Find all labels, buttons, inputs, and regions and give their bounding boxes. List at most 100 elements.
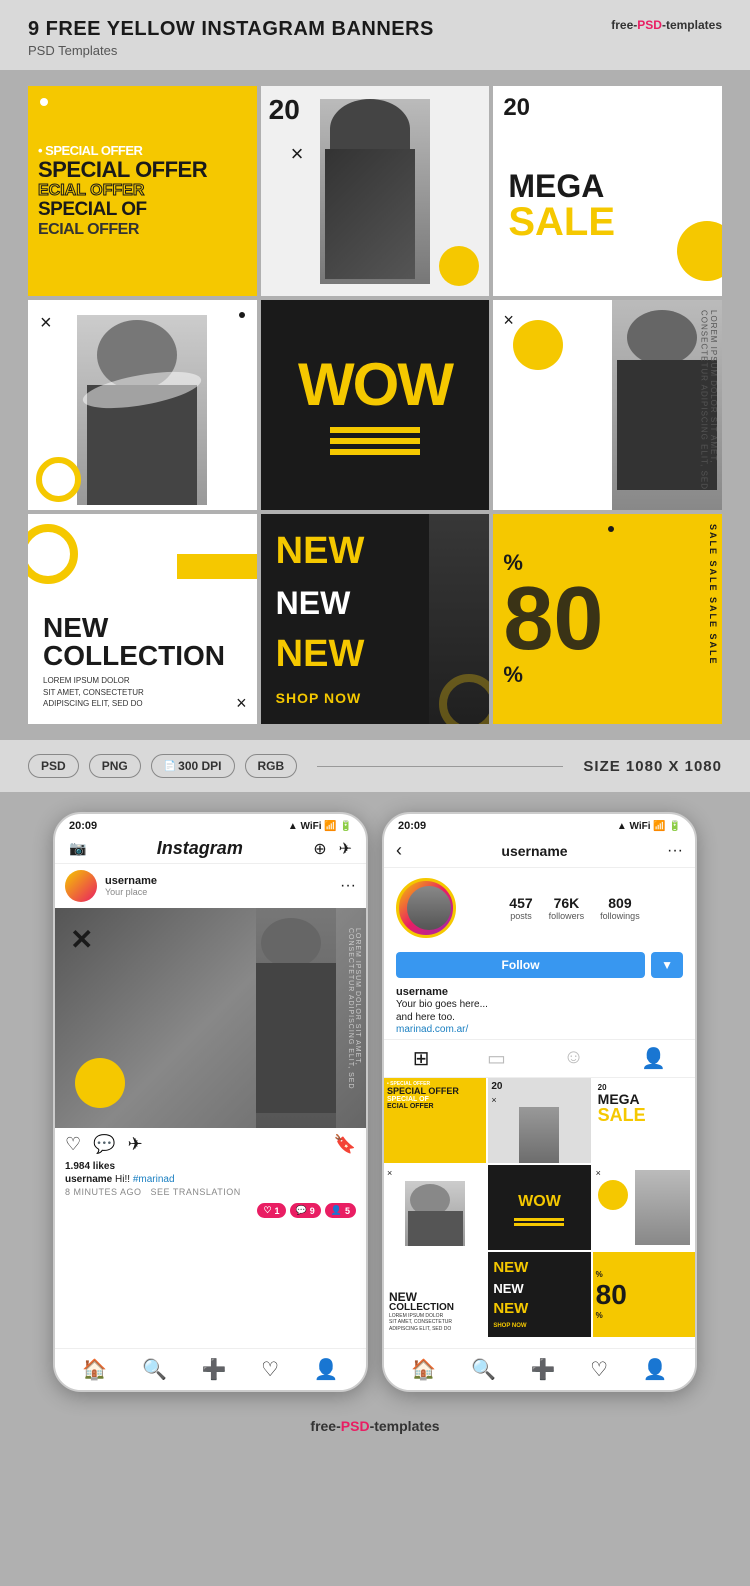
like-icon[interactable]: ♡ [65,1134,81,1155]
follow-dropdown[interactable]: ▼ [651,952,683,978]
tag-tab[interactable]: ☺ [563,1046,583,1071]
search-icon-right[interactable]: 🔍 [471,1357,496,1382]
dot-decoration [40,98,48,106]
following-count: 809 [608,895,631,911]
inbox-icon[interactable]: ⊕ [313,839,326,859]
post-time: 8 MINUTES AGO SEE TRANSLATION [55,1187,366,1199]
search-icon[interactable]: 🔍 [142,1357,167,1382]
add-icon[interactable]: ➕ [202,1357,227,1382]
stat-following: 809 followings [600,895,640,921]
banner-7-rect [177,554,257,579]
grid-item-3: 20 MEGA SALE [593,1078,695,1163]
following-label: followings [600,911,640,921]
wow-line-1 [330,427,420,433]
notifications: ♡ 1 💬 9 👤 5 [55,1199,366,1222]
banner-sale-side: SALE SALE SALE SALE [708,524,718,666]
badge-rgb: RGB [245,754,298,778]
bio-line1: Your bio goes here... [396,998,683,1011]
left-time: 20:09 [69,820,97,832]
bio-link[interactable]: marinad.com.ar/ [396,1024,683,1035]
right-bottom-nav: 🏠 🔍 ➕ ♡ 👤 [384,1348,695,1390]
banner-sale-text: SALE [508,202,707,242]
grid-item-6: × [593,1165,695,1250]
heart-icon-right[interactable]: ♡ [590,1357,608,1382]
banner-80-sale: % 80 % SALE SALE SALE SALE [493,514,722,724]
comment-icon[interactable]: 💬 [93,1134,115,1155]
banner-lorem-text: LOREM IPSUM DOLORSIT AMET, CONSECTETURAD… [43,675,242,709]
reels-tab[interactable]: 👤 [641,1046,666,1071]
bookmark-icon[interactable]: 🔖 [334,1134,356,1155]
grid-tab[interactable]: ⊞ [413,1046,430,1071]
wow-line-3 [330,449,420,455]
banner-fashion-photo: 20 × [261,86,490,296]
profile-info: 457 posts 76K followers 809 followings [384,868,695,948]
banner-2-cross: × [291,141,304,167]
phone-right: 20:09 ▲ WiFi 📶 🔋 ‹ username ··· 457 post… [382,812,697,1392]
post-avatar [65,870,97,902]
post-location: Your place [105,887,332,897]
banner-wow-text: WOW [298,355,452,415]
profile-grid: • SPECIAL OFFER SPECIAL OFFER SPECIAL OF… [384,1078,695,1337]
grid-item-5: WOW [488,1165,590,1250]
share-icon[interactable]: ✈ [128,1134,143,1155]
camera-icon[interactable]: 📷 [69,840,86,857]
banner-6-side-text: LOREM IPSUM DOLOR SIT AMET, CONSECTETUR … [699,310,718,510]
mini-wow: WOW [514,1189,565,1215]
profile-icon-right[interactable]: 👤 [643,1357,668,1382]
send-icon[interactable]: ✈ [339,839,352,859]
profile-username: username [501,843,567,859]
back-icon[interactable]: ‹ [396,840,402,861]
caption-hashtag: #marinad [133,1174,175,1185]
phones-section: 20:09 ▲ WiFi 📶 🔋 📷 Instagram ⊕ ✈ usernam… [0,792,750,1402]
profile-header: ‹ username ··· [384,834,695,868]
post-more-icon[interactable]: ··· [340,877,356,895]
banner-wow-lines [330,427,420,455]
comment-notif: 💬 9 [290,1203,321,1218]
grid-item-7: NEW COLLECTION LOREM IPSUM DOLORSIT AMET… [384,1252,486,1337]
banner-mega-text: MEGA [508,170,707,202]
banner-special-offer: • SPECIAL OFFER SPECIAL OFFER ECIAL OFFE… [28,86,257,296]
home-icon-right[interactable]: 🏠 [411,1357,436,1382]
add-icon-right[interactable]: ➕ [531,1357,556,1382]
left-status-icons: ▲ WiFi 📶 🔋 [288,821,352,832]
post-caption: username Hi!! #marinad [55,1174,366,1187]
banner-3-num: 20 [503,94,530,122]
right-time: 20:09 [398,820,426,832]
see-translation[interactable]: SEE TRANSLATION [151,1187,241,1197]
banner-sitting: × LOREM IPSUM DOLOR SIT AMET, CONSECTETU… [493,300,722,510]
follow-button[interactable]: Follow [396,952,645,978]
banner-6-circle [513,320,563,370]
insta-header: 📷 Instagram ⊕ ✈ [55,834,366,864]
badge-psd: PSD [28,754,79,778]
banner-collection-text: COLLECTION [43,642,242,670]
bio-username: username [396,986,683,998]
caption-username: username [65,1174,112,1185]
banner-2-blob [439,246,479,286]
profile-tabs: ⊞ ▭ ☺ 👤 [384,1039,695,1078]
size-text: SIZE 1080 X 1080 [583,758,722,775]
page-subtitle: PSD Templates [28,43,722,58]
banner-new-collection: NEW COLLECTION LOREM IPSUM DOLORSIT AMET… [28,514,257,724]
profile-more-icon[interactable]: ··· [667,842,683,860]
post-image-content: ✕ LOREM IPSUM DOLOR SIT AMET, CONSECTETU… [55,908,366,1128]
profile-icon[interactable]: 👤 [314,1357,339,1382]
format-divider [317,766,563,767]
portrait-tab[interactable]: ▭ [487,1046,506,1071]
heart-nav-icon[interactable]: ♡ [261,1357,279,1382]
post-user-info: username Your place [105,875,332,897]
banner-portrait: × [28,300,257,510]
bio-line2: and here too. [396,1011,683,1024]
followers-count: 76K [554,895,580,911]
grid-item-2: 20 × [488,1078,590,1163]
banner-4-cross: × [40,312,52,335]
page-header: 9 FREE YELLOW INSTAGRAM BANNERS PSD Temp… [0,0,750,70]
time-ago: 8 MINUTES AGO [65,1187,142,1197]
posts-count: 457 [509,895,532,911]
person-notif: 👤 5 [325,1203,356,1218]
grid-item-4: × [384,1165,486,1250]
right-status-bar: 20:09 ▲ WiFi 📶 🔋 [384,814,695,834]
home-icon[interactable]: 🏠 [82,1357,107,1382]
banner-4-ring [36,457,81,502]
mini-80: 80 [596,1279,692,1311]
banner-7-curve [28,524,78,584]
